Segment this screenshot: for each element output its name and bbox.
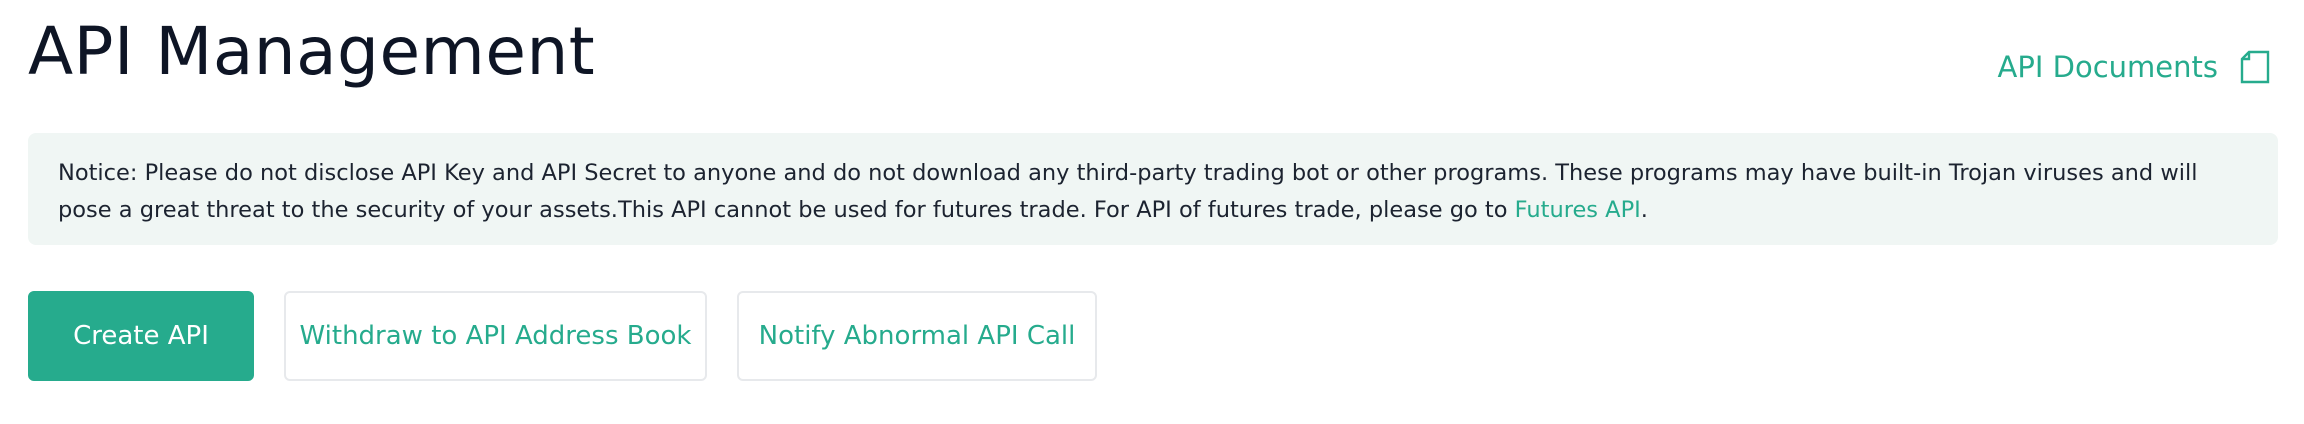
notice-text: Notice: Please do not disclose API Key a… — [58, 160, 2198, 223]
document-icon — [2240, 50, 2270, 84]
notice-suffix: . — [1640, 197, 1648, 223]
api-documents-link[interactable]: API Documents — [1998, 44, 2270, 90]
security-notice: Notice: Please do not disclose API Key a… — [28, 133, 2278, 245]
futures-api-link[interactable]: Futures API — [1515, 197, 1641, 223]
api-management-page: API Management API Documents Notice: Ple… — [0, 0, 2304, 424]
withdraw-address-book-button[interactable]: Withdraw to API Address Book — [284, 291, 707, 381]
api-documents-label: API Documents — [1997, 50, 2218, 84]
create-api-button[interactable]: Create API — [28, 291, 254, 381]
page-title: API Management — [28, 13, 596, 90]
notify-abnormal-call-button[interactable]: Notify Abnormal API Call — [737, 291, 1097, 381]
action-buttons: Create API Withdraw to API Address Book … — [28, 291, 1097, 381]
